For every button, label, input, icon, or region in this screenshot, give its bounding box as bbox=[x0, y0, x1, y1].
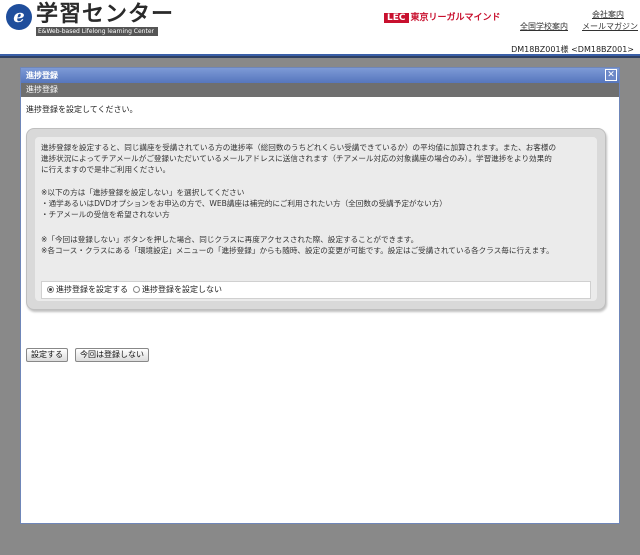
radio-unchecked-icon[interactable] bbox=[133, 286, 140, 293]
dialog-subtitle: 進捗登録 bbox=[21, 83, 619, 97]
school-guide-link[interactable]: 全国学校案内 bbox=[520, 21, 568, 32]
dialog-title: 進捗登録 bbox=[26, 71, 58, 80]
company-info-link[interactable]: 会社案内 bbox=[592, 9, 624, 20]
description-line: 進捗登録を設定すると、同じ講座を受講されている方の進捗率（総回数のうちどれくらい… bbox=[41, 143, 557, 152]
registration-option-group: 進捗登録を設定する 進捗登録を設定しない bbox=[41, 281, 591, 299]
note-line: ・チアメールの受信を希望されない方 bbox=[41, 210, 170, 219]
skip-this-time-button[interactable]: 今回は登録しない bbox=[75, 348, 149, 362]
set-button[interactable]: 設定する bbox=[26, 348, 68, 362]
radio-set-label: 進捗登録を設定する bbox=[56, 285, 128, 294]
site-logo-title: 学習センター bbox=[36, 2, 175, 27]
site-logo-icon: e bbox=[6, 4, 32, 30]
note-line: ・通学あるいはDVDオプションをお申込の方で、WEB講座は補完的にご利用されたい… bbox=[41, 199, 447, 208]
lec-brand-logo: LEC 東京リーガルマインド bbox=[384, 10, 501, 23]
note-line: ※各コース・クラスにある「環境設定」メニューの「進捗登録」からも随時、設定の変更… bbox=[41, 246, 554, 255]
radio-not-set-label: 進捗登録を設定しない bbox=[142, 285, 222, 294]
site-logo-subtitle: E&Web-based Lifelong learning Center bbox=[36, 27, 158, 36]
dialog-titlebar[interactable]: 進捗登録 ✕ bbox=[21, 68, 619, 83]
site-header: e 学習センター E&Web-based Lifelong learning C… bbox=[0, 0, 640, 42]
description-line: 進捗状況によってチアメールがご登録いただいているメールアドレスに送信されます（チ… bbox=[41, 154, 552, 163]
dialog-intro-text: 進捗登録を設定してください。 bbox=[26, 105, 138, 114]
info-panel: 進捗登録を設定すると、同じ講座を受講されている方の進捗率（総回数のうちどれくらい… bbox=[26, 128, 606, 310]
note-line: ※「今回は登録しない」ボタンを押した場合、同じクラスに再度アクセスされた際、設定… bbox=[41, 235, 419, 244]
lec-logo-box: LEC bbox=[384, 13, 409, 23]
lec-brand-name: 東京リーガルマインド bbox=[410, 13, 501, 23]
note-line: ※以下の方は「進捗登録を設定しない」を選択してください bbox=[41, 188, 245, 197]
progress-registration-dialog: 進捗登録 ✕ 進捗登録 進捗登録を設定してください。 進捗登録を設定すると、同じ… bbox=[20, 67, 620, 524]
radio-set-progress[interactable]: 進捗登録を設定する bbox=[47, 282, 128, 298]
description-line: に行えますので是非ご利用ください。 bbox=[41, 165, 171, 174]
info-panel-body: 進捗登録を設定すると、同じ講座を受講されている方の進捗率（総回数のうちどれくらい… bbox=[35, 137, 597, 301]
mail-magazine-link[interactable]: メールマガジン bbox=[582, 21, 638, 32]
radio-checked-icon[interactable] bbox=[47, 286, 54, 293]
radio-no-progress[interactable]: 進捗登録を設定しない bbox=[133, 282, 222, 298]
close-icon[interactable]: ✕ bbox=[605, 69, 617, 81]
